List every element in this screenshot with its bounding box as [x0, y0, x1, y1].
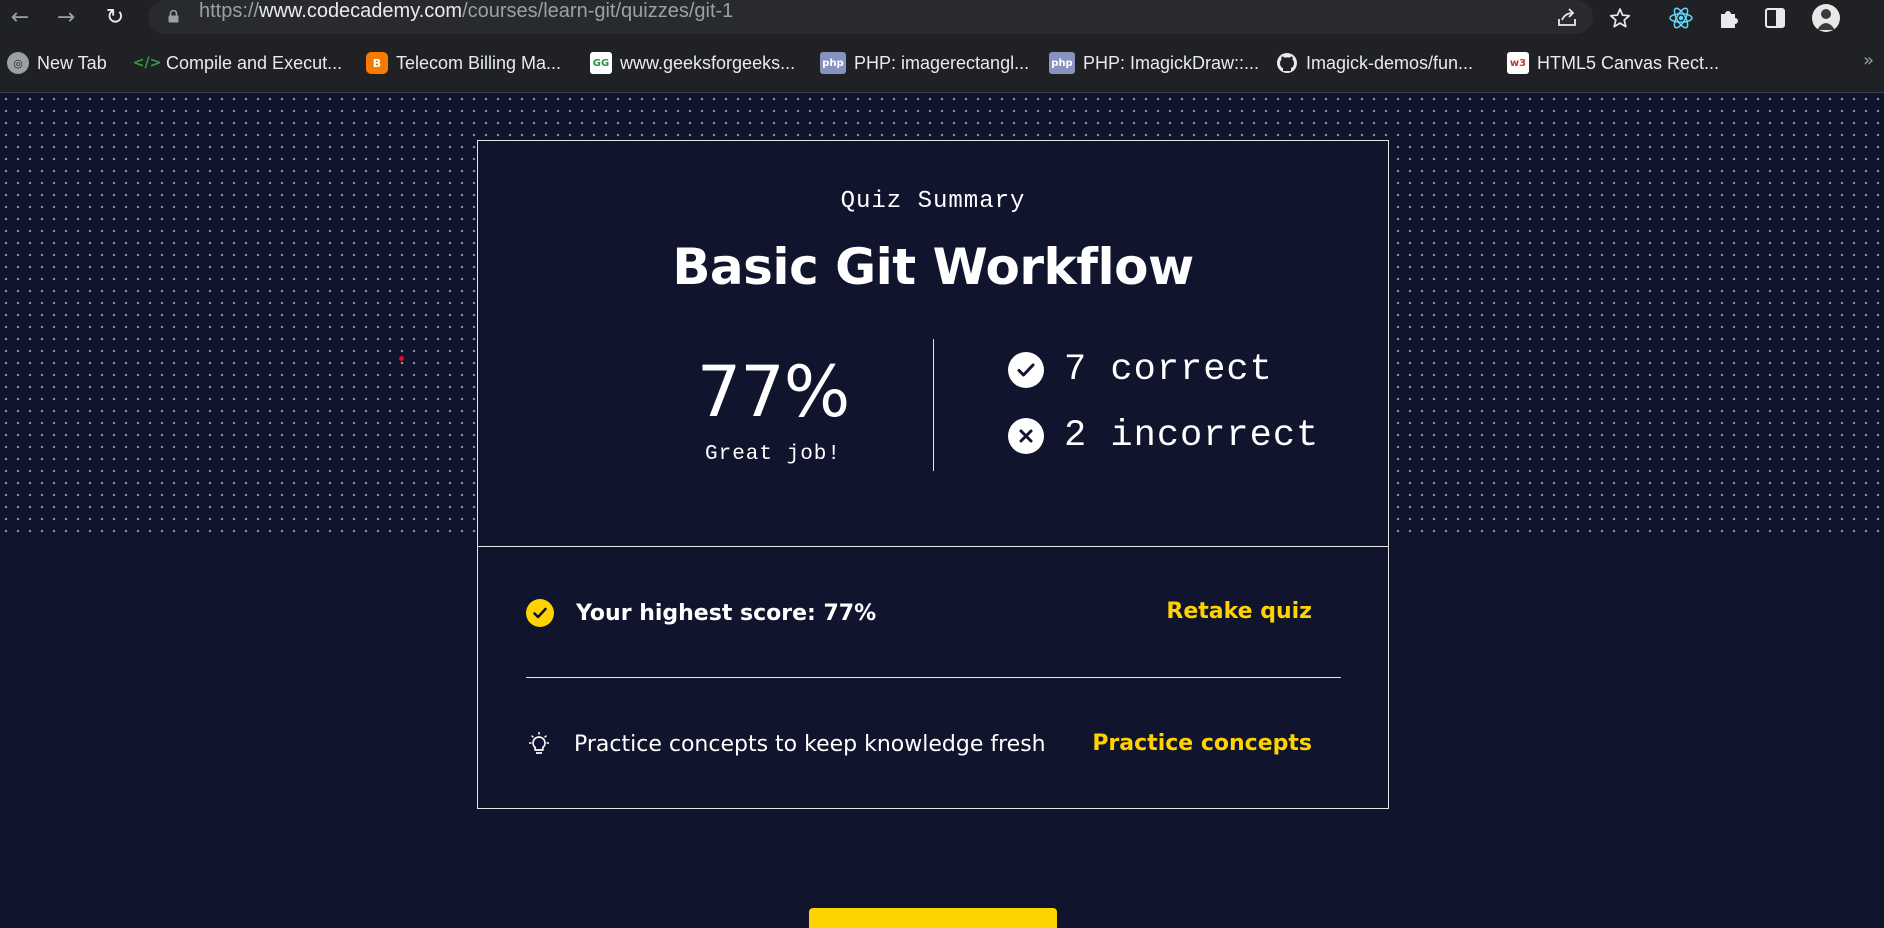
practice-concepts-link[interactable]: Practice concepts	[1092, 731, 1312, 756]
bookmark-imagick-demos[interactable]: Imagick-demos/fun...	[1276, 49, 1473, 77]
bookmark-label: Telecom Billing Ma...	[396, 52, 562, 73]
score-divider	[933, 339, 934, 471]
score-section: Quiz Summary Basic Git Workflow 77% Grea…	[478, 141, 1388, 547]
bookmark-compile[interactable]: </> Compile and Execut...	[132, 49, 343, 77]
w3schools-icon: w3	[1507, 52, 1529, 74]
lightbulb-icon	[529, 732, 549, 754]
bookmarks-bar: ◎ New Tab </> Compile and Execut... B Te…	[0, 36, 1884, 93]
php-icon: php	[820, 52, 846, 74]
bookmark-label: PHP: ImagickDraw::...	[1083, 52, 1260, 73]
x-circle-icon	[1008, 418, 1044, 454]
address-bar[interactable]: https://www.codecademy.com/courses/learn…	[148, 0, 1631, 34]
retake-quiz-link[interactable]: Retake quiz	[1166, 599, 1312, 624]
score-percent: 77%	[696, 351, 851, 433]
bookmark-label: New Tab	[37, 52, 107, 73]
browser-toolbar: ← → ↻ https://www.codecademy.com/courses…	[0, 0, 1884, 36]
bookmark-php-imagickdraw[interactable]: php PHP: ImagickDraw::...	[1049, 49, 1259, 77]
url-host: www.codecademy.com	[259, 0, 463, 22]
highest-score-row: Your highest score: 77%	[526, 599, 876, 627]
gfg-icon: GG	[590, 52, 612, 74]
check-circle-icon	[526, 599, 554, 627]
bookmark-label: www.geeksforgeeks...	[620, 52, 796, 73]
practice-row: Practice concepts to keep knowledge fres…	[526, 731, 1046, 757]
globe-icon: ◎	[7, 52, 29, 74]
score-message: Great job!	[704, 443, 842, 466]
quiz-eyebrow: Quiz Summary	[840, 188, 1026, 215]
highest-score-text: Your highest score: 77%	[576, 600, 877, 626]
url-prefix: https://	[199, 0, 260, 22]
side-panel-icon[interactable]	[1762, 5, 1788, 31]
incorrect-label: 2 incorrect	[1064, 415, 1320, 457]
code-icon: </>	[132, 55, 162, 71]
bookmark-new-tab[interactable]: ◎ New Tab	[7, 49, 107, 77]
php-icon: php	[1049, 52, 1075, 74]
react-devtools-icon[interactable]	[1668, 5, 1694, 31]
primary-cta-button[interactable]	[809, 908, 1057, 928]
practice-text: Practice concepts to keep knowledge fres…	[574, 731, 1046, 757]
share-icon[interactable]	[1556, 7, 1578, 29]
bookmark-telecom[interactable]: B Telecom Billing Ma...	[366, 49, 561, 77]
github-icon	[1277, 53, 1297, 73]
bookmark-label: HTML5 Canvas Rect...	[1537, 52, 1720, 73]
bookmark-label: Imagick-demos/fun...	[1306, 52, 1474, 73]
quiz-title: Basic Git Workflow	[672, 238, 1194, 296]
lock-icon	[168, 10, 179, 23]
blogger-icon: B	[366, 52, 388, 74]
section-divider	[526, 677, 1341, 678]
cursor-dot	[399, 356, 404, 361]
incorrect-count: 2 incorrect	[1008, 415, 1319, 457]
bookmark-geeksforgeeks[interactable]: GG www.geeksforgeeks...	[590, 49, 795, 77]
star-icon[interactable]	[1609, 7, 1631, 29]
bookmark-label: PHP: imagerectangl...	[854, 52, 1030, 73]
profile-avatar-icon[interactable]	[1811, 3, 1841, 33]
url-path: /courses/learn-git/quizzes/git-1	[462, 0, 734, 22]
correct-label: 7 correct	[1064, 349, 1273, 391]
quiz-summary-card: Quiz Summary Basic Git Workflow 77% Grea…	[477, 140, 1389, 809]
correct-count: 7 correct	[1008, 349, 1273, 391]
bookmarks-overflow-icon[interactable]: »	[1863, 50, 1874, 71]
actions-section: Your highest score: 77% Retake quiz Prac…	[478, 546, 1388, 808]
bookmark-php-imagerectangle[interactable]: php PHP: imagerectangl...	[820, 49, 1029, 77]
bookmark-html5-canvas[interactable]: w3 HTML5 Canvas Rect...	[1507, 49, 1719, 77]
reload-icon[interactable]: ↻	[101, 4, 129, 32]
back-icon[interactable]: ←	[6, 4, 34, 32]
bookmark-label: Compile and Execut...	[166, 52, 343, 73]
url-text[interactable]: https://www.codecademy.com/courses/learn…	[199, 0, 733, 23]
extensions-icon[interactable]	[1716, 5, 1742, 31]
forward-icon[interactable]: →	[52, 4, 80, 32]
check-circle-icon	[1008, 352, 1044, 388]
page-content: Quiz Summary Basic Git Workflow 77% Grea…	[0, 93, 1884, 928]
